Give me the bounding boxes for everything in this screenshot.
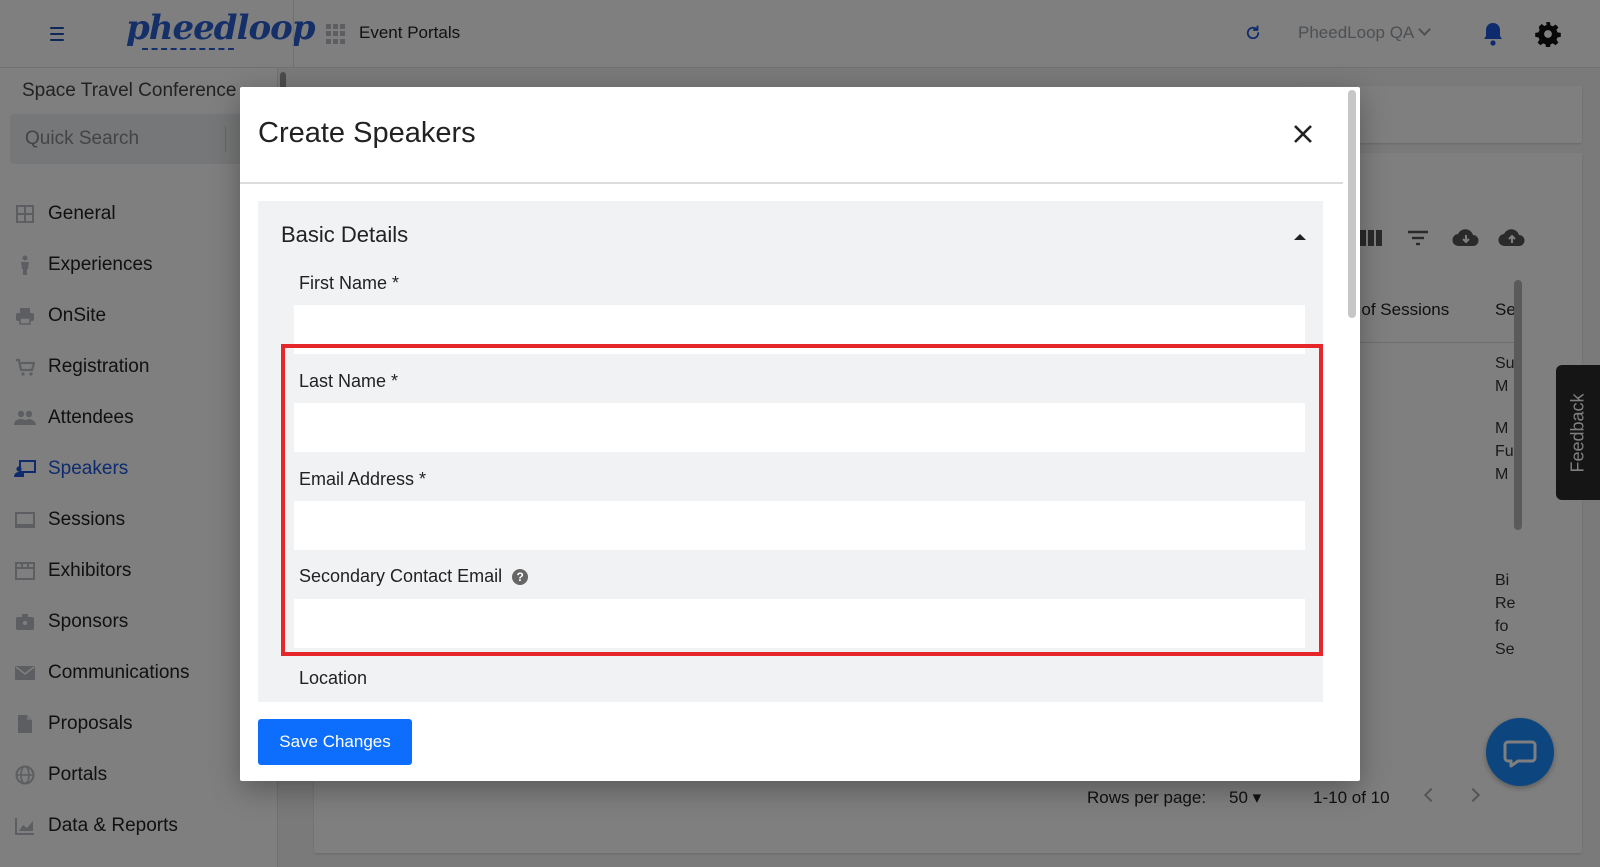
save-changes-button[interactable]: Save Changes (258, 719, 412, 765)
first-name-input[interactable] (294, 305, 1305, 354)
section-title[interactable]: Basic Details (281, 222, 408, 248)
secondary-email-label-text: Secondary Contact Email (299, 566, 503, 586)
help-icon[interactable]: ? (512, 569, 529, 585)
secondary-email-input[interactable] (294, 599, 1305, 648)
dialog-title: Create Speakers (258, 117, 476, 149)
secondary-email-label: Secondary Contact Email? (299, 566, 529, 587)
basic-details-section: Basic Details First Name * Last Name * E… (258, 201, 1323, 702)
create-speakers-dialog: Create Speakers Basic Details First Name… (240, 87, 1360, 781)
first-name-label: First Name * (299, 273, 400, 293)
email-input[interactable] (294, 501, 1305, 550)
last-name-label: Last Name * (299, 371, 399, 391)
close-icon[interactable] (1292, 123, 1314, 145)
dialog-scrollbar[interactable] (1348, 90, 1356, 318)
location-label: Location (299, 668, 368, 688)
email-label: Email Address * (299, 469, 427, 489)
divider (240, 182, 1343, 184)
last-name-input[interactable] (294, 403, 1305, 452)
collapse-caret-icon[interactable] (1294, 234, 1306, 240)
